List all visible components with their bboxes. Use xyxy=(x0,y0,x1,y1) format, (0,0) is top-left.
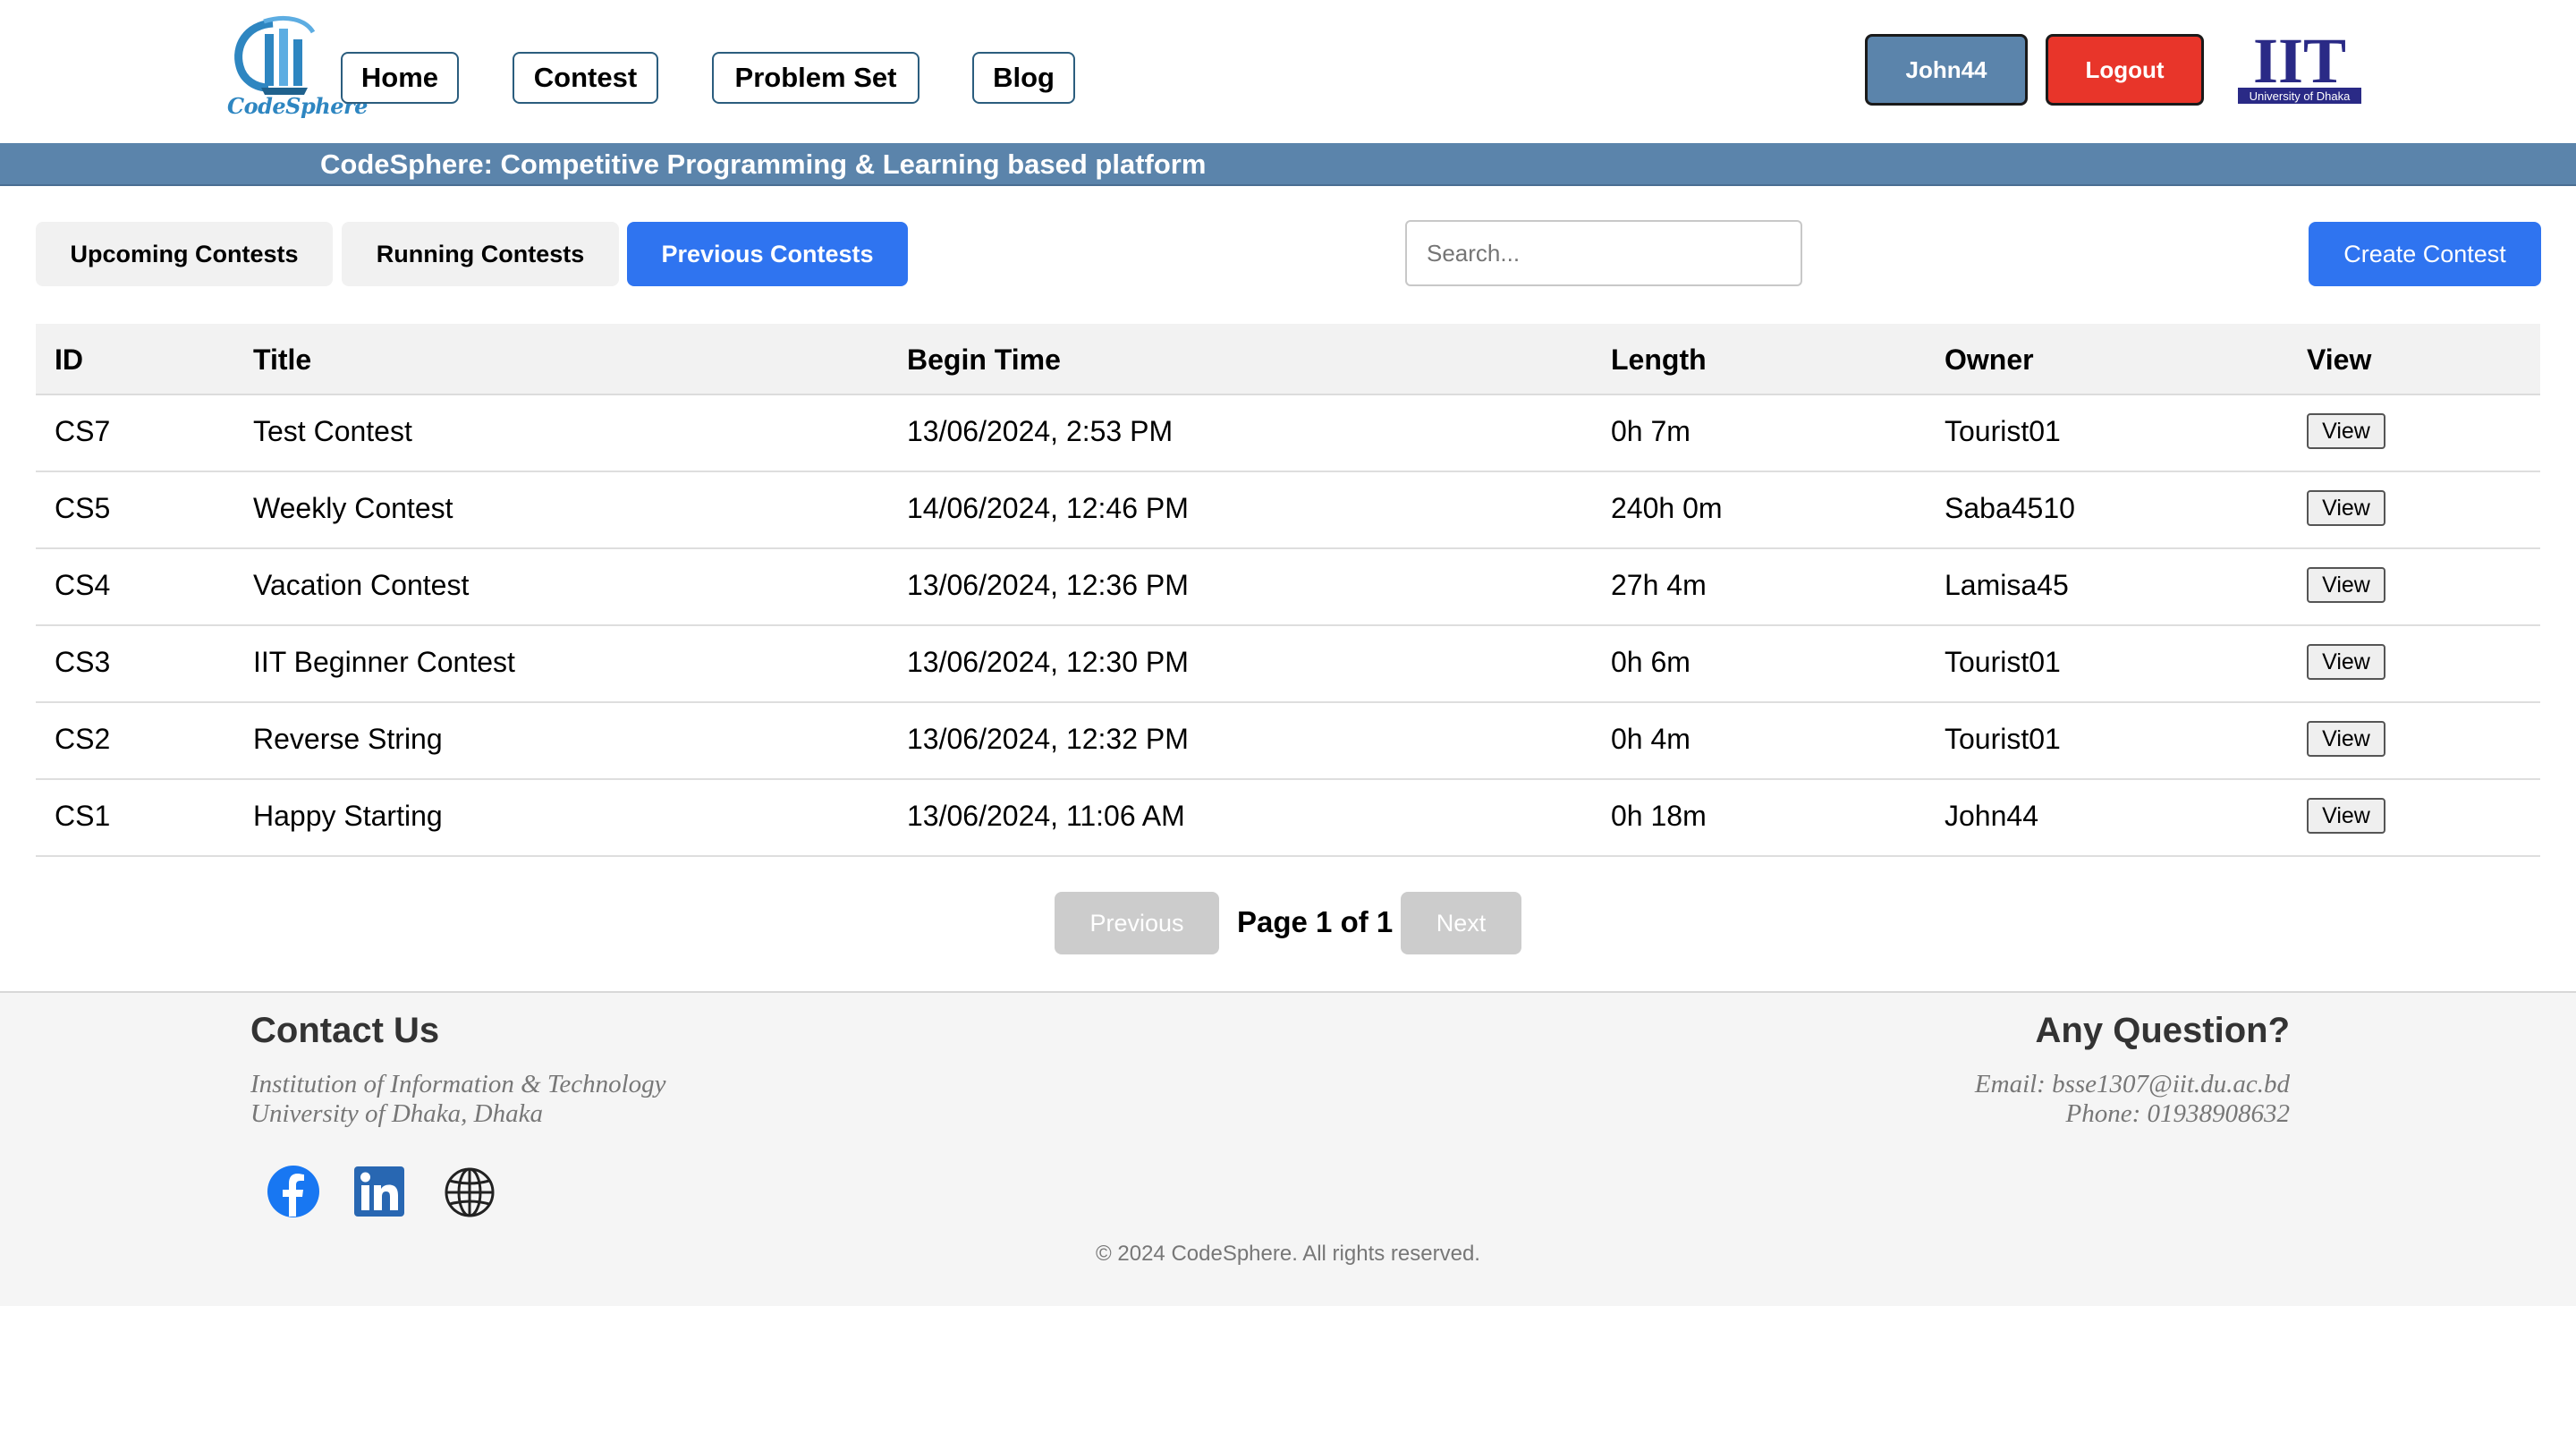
cell-id: CS5 xyxy=(55,492,111,524)
cell-id: CS2 xyxy=(55,723,111,755)
column-header-id: ID xyxy=(55,343,83,376)
cell-owner: Saba4510 xyxy=(1945,492,2075,524)
cell-owner: Tourist01 xyxy=(1945,723,2061,755)
cell-owner: John44 xyxy=(1945,800,2038,832)
cell-title: Vacation Contest xyxy=(253,569,470,601)
iit-logo-text: IIT xyxy=(2253,32,2346,97)
view-button[interactable]: View xyxy=(2307,644,2385,680)
tab-running-contests[interactable]: Running Contests xyxy=(342,222,619,286)
contact-line-1: Institution of Information & Technology xyxy=(250,1070,666,1098)
previous-page-button[interactable]: Previous xyxy=(1055,892,1219,954)
nav-home-button[interactable]: Home xyxy=(341,52,459,104)
cell-length: 27h 4m xyxy=(1611,569,1707,601)
cell-title: Weekly Contest xyxy=(253,492,453,524)
view-button[interactable]: View xyxy=(2307,721,2385,757)
view-button[interactable]: View xyxy=(2307,798,2385,834)
column-header-owner: Owner xyxy=(1945,343,2034,376)
column-header-view: View xyxy=(2307,343,2372,376)
next-page-button[interactable]: Next xyxy=(1401,892,1521,954)
cell-owner: Lamisa45 xyxy=(1945,569,2069,601)
copyright-text: © 2024 CodeSphere. All rights reserved. xyxy=(1096,1242,1480,1266)
iit-logo-icon: IIT University of Dhaka xyxy=(2238,32,2361,104)
cell-title: IIT Beginner Contest xyxy=(253,646,515,678)
column-header-begin-time: Begin Time xyxy=(907,343,1061,376)
cell-title: Happy Starting xyxy=(253,800,443,832)
cell-length: 0h 7m xyxy=(1611,415,1690,447)
linkedin-icon[interactable] xyxy=(354,1166,404,1217)
iit-logo-subtext: University of Dhaka xyxy=(2250,89,2351,103)
tab-previous-contests[interactable]: Previous Contests xyxy=(627,222,908,286)
cell-begin-time: 13/06/2024, 12:30 PM xyxy=(907,646,1189,678)
user-profile-button[interactable]: John44 xyxy=(1865,34,2028,106)
table-header: ID Title Begin Time Length Owner View xyxy=(36,324,2540,395)
facebook-icon[interactable] xyxy=(267,1165,320,1218)
question-heading: Any Question? xyxy=(2035,1011,2290,1050)
contact-line-2: University of Dhaka, Dhaka xyxy=(250,1099,543,1128)
create-contest-button[interactable]: Create Contest xyxy=(2309,222,2541,286)
logout-button[interactable]: Logout xyxy=(2046,34,2204,106)
page-indicator: Page 1 of 1 xyxy=(1237,905,1394,938)
table-row: CS5 Weekly Contest 14/06/2024, 12:46 PM … xyxy=(36,472,2540,549)
cell-title: Reverse String xyxy=(253,723,443,755)
cell-owner: Tourist01 xyxy=(1945,646,2061,678)
table-row: CS2 Reverse String 13/06/2024, 12:32 PM … xyxy=(36,703,2540,780)
nav-problem-set-button[interactable]: Problem Set xyxy=(712,52,919,104)
cell-length: 0h 6m xyxy=(1611,646,1690,678)
column-header-title: Title xyxy=(253,343,312,376)
contact-phone: Phone: 01938908632 xyxy=(2065,1099,2291,1128)
site-banner: CodeSphere: Competitive Programming & Le… xyxy=(0,143,2576,186)
table-row: CS3 IIT Beginner Contest 13/06/2024, 12:… xyxy=(36,626,2540,703)
nav-contest-button[interactable]: Contest xyxy=(513,52,658,104)
globe-icon[interactable] xyxy=(444,1166,496,1218)
cell-begin-time: 13/06/2024, 12:32 PM xyxy=(907,723,1189,755)
contests-table: ID Title Begin Time Length Owner View CS… xyxy=(36,324,2540,857)
site-footer: Contact Us Institution of Information & … xyxy=(0,991,2576,1306)
cell-id: CS3 xyxy=(55,646,111,678)
table-row: CS1 Happy Starting 13/06/2024, 11:06 AM … xyxy=(36,780,2540,857)
banner-text: CodeSphere: Competitive Programming & Le… xyxy=(320,148,1207,180)
view-button[interactable]: View xyxy=(2307,490,2385,526)
contact-email: Email: bsse1307@iit.du.ac.bd xyxy=(1974,1070,2290,1098)
cell-length: 0h 18m xyxy=(1611,800,1707,832)
cell-begin-time: 13/06/2024, 11:06 AM xyxy=(907,800,1185,832)
contact-details: Email: bsse1307@iit.du.ac.bd Phone: 0193… xyxy=(1975,1070,2290,1129)
cell-id: CS4 xyxy=(55,569,111,601)
view-button[interactable]: View xyxy=(2307,567,2385,603)
cell-title: Test Contest xyxy=(253,415,412,447)
cell-begin-time: 13/06/2024, 12:36 PM xyxy=(907,569,1189,601)
contact-heading: Contact Us xyxy=(250,1011,440,1050)
table-row: CS7 Test Contest 13/06/2024, 2:53 PM 0h … xyxy=(36,395,2540,472)
cell-begin-time: 13/06/2024, 2:53 PM xyxy=(907,415,1174,447)
cell-id: CS1 xyxy=(55,800,111,832)
contact-address: Institution of Information & Technology … xyxy=(250,1070,666,1129)
cell-begin-time: 14/06/2024, 12:46 PM xyxy=(907,492,1189,524)
nav-blog-button[interactable]: Blog xyxy=(972,52,1075,104)
cell-length: 0h 4m xyxy=(1611,723,1690,755)
cell-id: CS7 xyxy=(55,415,111,447)
column-header-length: Length xyxy=(1611,343,1707,376)
cell-length: 240h 0m xyxy=(1611,492,1723,524)
view-button[interactable]: View xyxy=(2307,413,2385,449)
search-input[interactable] xyxy=(1405,220,1802,286)
tab-upcoming-contests[interactable]: Upcoming Contests xyxy=(36,222,333,286)
table-row: CS4 Vacation Contest 13/06/2024, 12:36 P… xyxy=(36,549,2540,626)
cell-owner: Tourist01 xyxy=(1945,415,2061,447)
